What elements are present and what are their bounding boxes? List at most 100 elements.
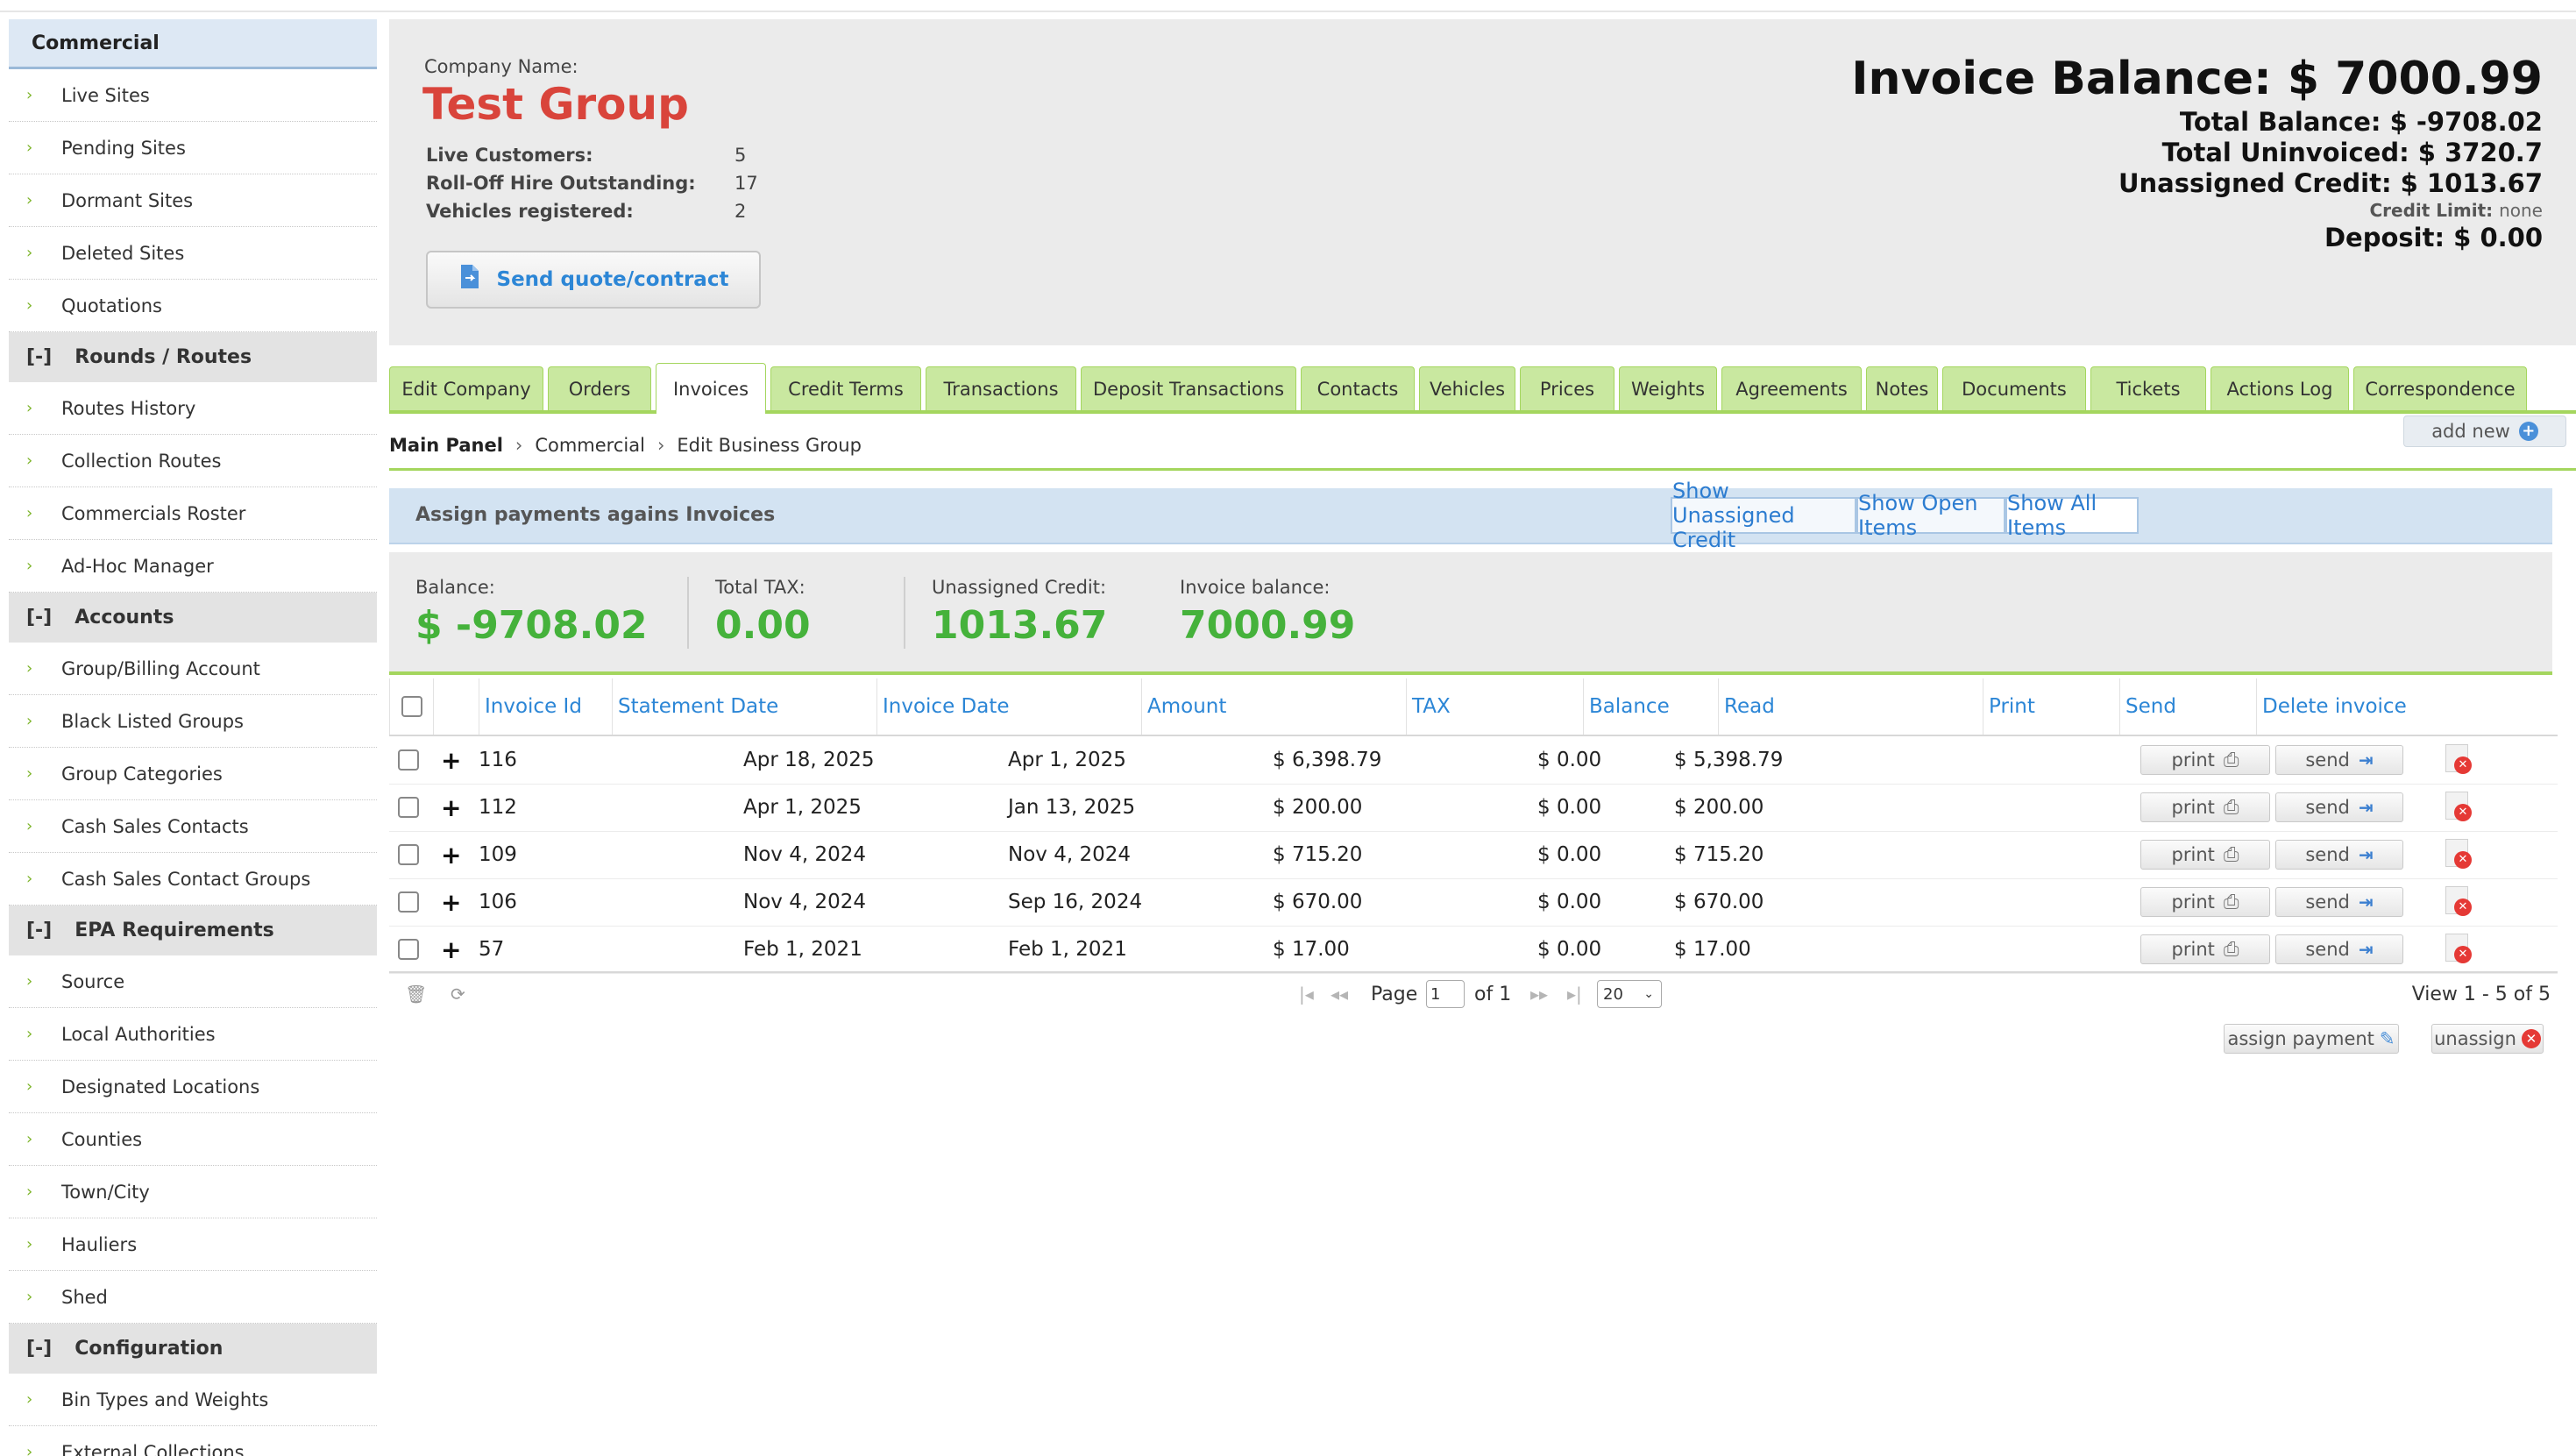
sidebar-item-collection-routes[interactable]: › Collection Routes (9, 435, 377, 487)
invoice-id[interactable]: 112 (479, 784, 517, 831)
column-header-invoice-id[interactable]: Invoice Id (479, 678, 612, 735)
column-header-amount[interactable]: Amount (1141, 678, 1406, 735)
tab-orders[interactable]: Orders (548, 366, 651, 410)
delete-invoice-icon[interactable]: ✕ (2445, 792, 2472, 823)
tab-notes[interactable]: Notes (1866, 366, 1938, 410)
tab-transactions[interactable]: Transactions (926, 366, 1076, 410)
column-header-balance[interactable]: Balance (1583, 678, 1718, 735)
sidebar-item-quotations[interactable]: › Quotations (9, 280, 377, 332)
invoice-id[interactable]: 109 (479, 831, 517, 878)
sidebar-item-source[interactable]: › Source (9, 955, 377, 1008)
trash-icon[interactable]: 🗑 (405, 984, 427, 1005)
tab-agreements[interactable]: Agreements (1721, 366, 1862, 410)
first-page-icon[interactable]: |◂ (1299, 984, 1314, 1005)
send-button[interactable]: send ⇥ (2275, 934, 2403, 964)
sidebar-section-epa-requirements[interactable]: [-] EPA Requirements (9, 906, 377, 955)
sidebar-item-hauliers[interactable]: › Hauliers (9, 1218, 377, 1271)
sidebar-item-deleted-sites[interactable]: › Deleted Sites (9, 227, 377, 280)
show-open-items-button[interactable]: Show Open Items (1856, 491, 2005, 540)
expand-row-icon[interactable]: + (441, 926, 461, 973)
delete-invoice-icon[interactable]: ✕ (2445, 839, 2472, 870)
column-header-print[interactable]: Print (1983, 678, 2119, 735)
row-checkbox[interactable] (398, 797, 419, 818)
refresh-icon[interactable]: ⟳ (451, 984, 465, 1005)
send-quote-button[interactable]: Send quote/contract (426, 251, 761, 309)
sidebar-item-cash-sales-contact-groups[interactable]: › Cash Sales Contact Groups (9, 853, 377, 906)
sidebar-item-black-listed-groups[interactable]: › Black Listed Groups (9, 695, 377, 748)
last-page-icon[interactable]: ▸| (1567, 984, 1582, 1005)
expand-row-icon[interactable]: + (441, 784, 461, 831)
column-header-statement-date[interactable]: Statement Date (612, 678, 876, 735)
print-button[interactable]: print ⎙ (2140, 934, 2270, 964)
collapse-toggle[interactable]: [-] (26, 1338, 52, 1360)
send-button[interactable]: send ⇥ (2275, 792, 2403, 822)
tab-documents[interactable]: Documents (1942, 366, 2086, 410)
sidebar-section-configuration[interactable]: [-] Configuration (9, 1324, 377, 1374)
sidebar-item-group-billing-account[interactable]: › Group/Billing Account (9, 643, 377, 695)
prev-page-icon[interactable]: ◂◂ (1331, 984, 1348, 1005)
select-all-checkbox[interactable] (401, 696, 422, 717)
sidebar-item-routes-history[interactable]: › Routes History (9, 382, 377, 435)
send-button[interactable]: send ⇥ (2275, 887, 2403, 917)
invoice-id[interactable]: 57 (479, 926, 504, 973)
show-unassigned-credit-button[interactable]: Show Unassigned Credit (1671, 479, 1856, 552)
row-checkbox[interactable] (398, 891, 419, 913)
send-button[interactable]: send ⇥ (2275, 840, 2403, 870)
sidebar-item-counties[interactable]: › Counties (9, 1113, 377, 1166)
rows-per-page-select[interactable]: 20 ⌄ (1597, 980, 1662, 1008)
column-header-send[interactable]: Send (2119, 678, 2256, 735)
collapse-toggle[interactable]: [-] (26, 920, 52, 941)
invoice-id[interactable]: 116 (479, 736, 517, 784)
show-all-items-button[interactable]: Show All Items (2005, 491, 2139, 540)
expand-row-icon[interactable]: + (441, 736, 461, 784)
row-checkbox[interactable] (398, 844, 419, 865)
invoice-id[interactable]: 106 (479, 878, 517, 926)
tab-prices[interactable]: Prices (1520, 366, 1614, 410)
send-button[interactable]: send ⇥ (2275, 745, 2403, 775)
sidebar-item-town-city[interactable]: › Town/City (9, 1166, 377, 1218)
column-header-invoice-date[interactable]: Invoice Date (876, 678, 1141, 735)
print-button[interactable]: print ⎙ (2140, 792, 2270, 822)
sidebar-item-commercials-roster[interactable]: › Commercials Roster (9, 487, 377, 540)
sidebar-item-external-collections[interactable]: › External Collections (9, 1426, 377, 1456)
add-new-button[interactable]: add new + (2403, 415, 2566, 447)
column-header-delete-invoice[interactable]: Delete invoice (2256, 678, 2558, 735)
collapse-toggle[interactable]: [-] (26, 607, 52, 629)
sidebar-section-accounts[interactable]: [-] Accounts (9, 593, 377, 643)
sidebar-item-live-sites[interactable]: › Live Sites (9, 69, 377, 122)
sidebar-item-bin-types-and-weights[interactable]: › Bin Types and Weights (9, 1374, 377, 1426)
sidebar-item-shed[interactable]: › Shed (9, 1271, 377, 1324)
sidebar-header-commercial[interactable]: Commercial (9, 19, 377, 69)
tab-actions-log[interactable]: Actions Log (2211, 366, 2349, 410)
row-checkbox[interactable] (398, 939, 419, 960)
tab-deposit-transactions[interactable]: Deposit Transactions (1081, 366, 1296, 410)
sidebar-section-rounds-routes[interactable]: [-] Rounds / Routes (9, 332, 377, 382)
sidebar-item-cash-sales-contacts[interactable]: › Cash Sales Contacts (9, 800, 377, 853)
breadcrumb-commercial[interactable]: Commercial (535, 435, 645, 456)
sidebar-item-designated-locations[interactable]: › Designated Locations (9, 1061, 377, 1113)
assign-payment-button[interactable]: assign payment ✎ (2224, 1024, 2399, 1054)
sidebar-item-dormant-sites[interactable]: › Dormant Sites (9, 174, 377, 227)
tab-edit-company[interactable]: Edit Company (389, 366, 543, 410)
row-checkbox[interactable] (398, 749, 419, 771)
tab-contacts[interactable]: Contacts (1301, 366, 1415, 410)
sidebar-item-local-authorities[interactable]: › Local Authorities (9, 1008, 377, 1061)
delete-invoice-icon[interactable]: ✕ (2445, 886, 2472, 918)
collapse-toggle[interactable]: [-] (26, 346, 52, 368)
print-button[interactable]: print ⎙ (2140, 887, 2270, 917)
column-header-tax[interactable]: TAX (1406, 678, 1583, 735)
print-button[interactable]: print ⎙ (2140, 840, 2270, 870)
tab-credit-terms[interactable]: Credit Terms (770, 366, 921, 410)
next-page-icon[interactable]: ▸▸ (1530, 984, 1548, 1005)
expand-row-icon[interactable]: + (441, 878, 461, 926)
expand-row-icon[interactable]: + (441, 831, 461, 878)
tab-invoices[interactable]: Invoices (656, 363, 766, 414)
delete-invoice-icon[interactable]: ✕ (2445, 934, 2472, 965)
print-button[interactable]: print ⎙ (2140, 745, 2270, 775)
sidebar-item-group-categories[interactable]: › Group Categories (9, 748, 377, 800)
page-number-input[interactable]: 1 (1426, 980, 1465, 1008)
tab-correspondence[interactable]: Correspondence (2353, 366, 2527, 410)
unassign-button[interactable]: unassign ✕ (2431, 1024, 2544, 1054)
sidebar-item-pending-sites[interactable]: › Pending Sites (9, 122, 377, 174)
delete-invoice-icon[interactable]: ✕ (2445, 744, 2472, 776)
